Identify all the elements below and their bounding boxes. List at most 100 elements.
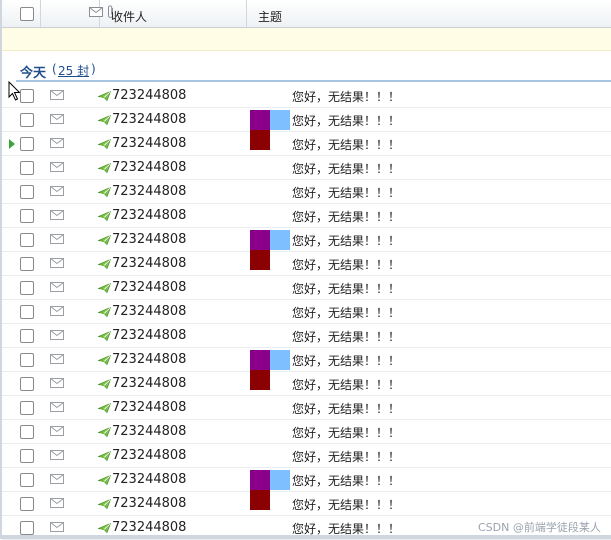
envelope-icon [50,450,64,460]
row-checkbox[interactable] [20,305,34,319]
sent-mail-icon [98,523,111,533]
current-row-arrow-icon [9,139,15,149]
row-sender[interactable]: 723244808 [112,184,186,199]
row-checkbox[interactable] [20,233,34,247]
row-sender[interactable]: 723244808 [112,256,186,271]
envelope-icon [50,138,64,148]
row-checkbox[interactable] [20,257,34,271]
row-checkbox[interactable] [20,185,34,199]
mail-row[interactable]: 723244808 您好，无结果！！！ [2,467,611,492]
row-checkbox[interactable] [20,473,34,487]
row-sender[interactable]: 723244808 [112,520,186,535]
row-subject[interactable]: 您好，无结果！！！ [292,160,400,177]
row-checkbox[interactable] [20,329,34,343]
select-all-checkbox[interactable] [20,7,34,21]
column-header-sender[interactable]: 收件人 [111,8,147,25]
column-header-subject[interactable]: 主题 [258,8,282,25]
row-sender[interactable]: 723244808 [112,160,186,175]
row-checkbox[interactable] [20,353,34,367]
label-marker-darkred [250,130,270,150]
row-subject[interactable]: 您好，无结果！！！ [292,304,400,321]
row-sender[interactable]: 723244808 [112,376,186,391]
row-subject[interactable]: 您好，无结果！！！ [292,400,400,417]
sent-mail-icon [98,331,111,341]
label-marker-lightblue [270,110,290,130]
row-subject[interactable]: 您好，无结果！！！ [292,136,400,153]
row-checkbox[interactable] [20,425,34,439]
row-sender[interactable]: 723244808 [112,352,186,367]
mail-row[interactable]: 723244808 您好，无结果！！！ [2,203,611,228]
row-sender[interactable]: 723244808 [112,472,186,487]
mail-row[interactable]: 723244808 您好，无结果！！！ [2,155,611,180]
row-subject[interactable]: 您好，无结果！！！ [292,112,400,129]
row-subject[interactable]: 您好，无结果！！！ [292,184,400,201]
row-sender[interactable]: 723244808 [112,496,186,511]
header-sender-cell[interactable]: 收件人 [100,0,247,27]
label-marker-darkred [250,250,270,270]
header-subject-cell[interactable]: 主题 [247,0,610,27]
mail-row[interactable]: 723244808 您好，无结果！！！ [2,347,611,372]
mail-row[interactable]: 723244808 您好，无结果！！！ [2,250,611,276]
row-sender[interactable]: 723244808 [112,208,186,223]
mail-row[interactable]: 723244808 您好，无结果！！！ [2,227,611,252]
row-sender[interactable]: 723244808 [112,88,186,103]
row-sender[interactable]: 723244808 [112,232,186,247]
mail-row[interactable]: 723244808 您好，无结果！！！ [2,419,611,444]
row-sender[interactable]: 723244808 [112,304,186,319]
row-checkbox[interactable] [20,401,34,415]
row-sender[interactable]: 723244808 [112,112,186,127]
sent-mail-icon [98,139,111,149]
mail-row[interactable]: 723244808 您好，无结果！！！ [2,130,611,156]
row-sender[interactable]: 723244808 [112,280,186,295]
row-sender[interactable]: 723244808 [112,424,186,439]
row-subject[interactable]: 您好，无结果！！！ [292,472,400,489]
row-sender[interactable]: 723244808 [112,400,186,415]
row-subject[interactable]: 您好，无结果！！！ [292,232,400,249]
row-checkbox[interactable] [20,113,34,127]
sent-mail-icon [98,427,111,437]
row-subject[interactable]: 您好，无结果！！！ [292,208,400,225]
mail-row[interactable]: 723244808 您好，无结果！！！ [2,370,611,396]
row-checkbox[interactable] [20,281,34,295]
row-subject[interactable]: 您好，无结果！！！ [292,280,400,297]
label-marker-purple [250,110,270,130]
row-checkbox[interactable] [20,497,34,511]
group-count-link[interactable]: 25 封 [58,62,89,79]
label-marker-lightblue [270,230,290,250]
mail-row[interactable]: 723244808 您好，无结果！！！ [2,395,611,420]
row-checkbox[interactable] [20,449,34,463]
row-subject[interactable]: 您好，无结果！！！ [292,88,400,105]
mail-row[interactable]: 723244808 您好，无结果！！！ [2,83,611,108]
row-sender[interactable]: 723244808 [112,448,186,463]
row-subject[interactable]: 您好，无结果！！！ [292,352,400,369]
row-checkbox[interactable] [20,209,34,223]
envelope-icon [50,282,64,292]
mail-row[interactable]: 723244808 您好，无结果！！！ [2,107,611,132]
mail-row[interactable]: 723244808 您好，无结果！！！ [2,323,611,348]
row-subject[interactable]: 您好，无结果！！！ [292,376,400,393]
mail-row[interactable]: 723244808 您好，无结果！！！ [2,179,611,204]
sent-mail-icon [98,163,111,173]
sent-mail-icon [98,451,111,461]
label-marker-darkred [250,370,270,390]
row-checkbox[interactable] [20,377,34,391]
mail-row[interactable]: 723244808 您好，无结果！！！ [2,443,611,468]
row-subject[interactable]: 您好，无结果！！！ [292,424,400,441]
row-sender[interactable]: 723244808 [112,328,186,343]
sent-mail-icon [98,307,111,317]
mail-row[interactable]: 723244808 您好，无结果！！！ [2,490,611,516]
mail-list-header: 收件人 主题 [2,0,611,28]
row-subject[interactable]: 您好，无结果！！！ [292,256,400,273]
row-subject[interactable]: 您好，无结果！！！ [292,448,400,465]
row-checkbox[interactable] [20,89,34,103]
row-subject[interactable]: 您好，无结果！！！ [292,496,400,513]
label-marker-lightblue [270,470,290,490]
mail-row[interactable]: 723244808 您好，无结果！！！ [2,299,611,324]
row-sender[interactable]: 723244808 [112,136,186,151]
row-checkbox[interactable] [20,137,34,151]
mail-row[interactable]: 723244808 您好，无结果！！！ [2,275,611,300]
row-checkbox[interactable] [20,161,34,175]
row-checkbox[interactable] [20,521,34,535]
row-subject[interactable]: 您好，无结果！！！ [292,328,400,345]
envelope-icon [50,354,64,364]
